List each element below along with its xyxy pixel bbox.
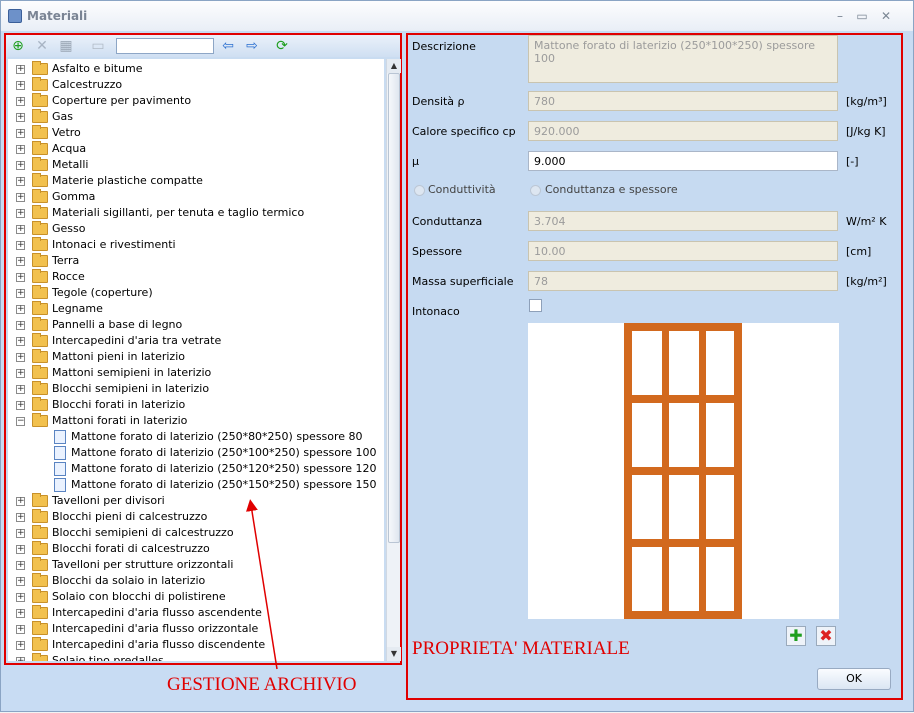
- conduttanza-unit: W/m² K: [846, 215, 887, 228]
- conduttanza-field[interactable]: 3.704: [528, 211, 838, 231]
- spessore-unit: [cm]: [846, 245, 872, 258]
- mu-unit: [-]: [846, 155, 859, 168]
- intonaco-label: Intonaco: [412, 305, 460, 318]
- mu-field[interactable]: 9.000: [528, 151, 838, 171]
- spessore-label: Spessore: [412, 245, 462, 258]
- material-preview: [528, 323, 839, 619]
- massa-unit: [kg/m²]: [846, 275, 887, 288]
- radio-conduttanza-label: Conduttanza e spessore: [545, 183, 678, 196]
- conduttanza-label: Conduttanza: [412, 215, 483, 228]
- radio-conduttanza[interactable]: [530, 185, 541, 196]
- annotation-right: PROPRIETA' MATERIALE: [412, 638, 630, 659]
- spessore-field[interactable]: 10.00: [528, 241, 838, 261]
- properties-panel: Descrizione Mattone forato di laterizio …: [406, 33, 903, 700]
- massa-label: Massa superficiale: [412, 275, 514, 288]
- calore-label: Calore specifico cp: [412, 125, 516, 138]
- remove-material-button[interactable]: ✖: [816, 626, 836, 646]
- descrizione-label: Descrizione: [412, 40, 476, 53]
- add-material-button[interactable]: ✚: [786, 626, 806, 646]
- radio-conduttivita-label: Conduttività: [428, 183, 496, 196]
- calore-unit: [J/kg K]: [846, 125, 886, 138]
- densita-field[interactable]: 780: [528, 91, 838, 111]
- mu-label: μ: [412, 155, 419, 168]
- radio-conduttivita[interactable]: [414, 185, 425, 196]
- massa-field[interactable]: 78: [528, 271, 838, 291]
- densita-label: Densità ρ: [412, 95, 465, 108]
- densita-unit: [kg/m³]: [846, 95, 887, 108]
- intonaco-checkbox[interactable]: [529, 299, 542, 312]
- materials-window: Materiali – ▭ ✕ ⊕ ✕ ▦ ▭ ⇦ ⇨ ⟳ + Asfalto e…: [0, 0, 914, 712]
- ok-button[interactable]: OK: [817, 668, 891, 690]
- hollow-brick-drawing: [624, 323, 742, 619]
- descrizione-field[interactable]: Mattone forato di laterizio (250*100*250…: [528, 35, 838, 83]
- calore-field[interactable]: 920.000: [528, 121, 838, 141]
